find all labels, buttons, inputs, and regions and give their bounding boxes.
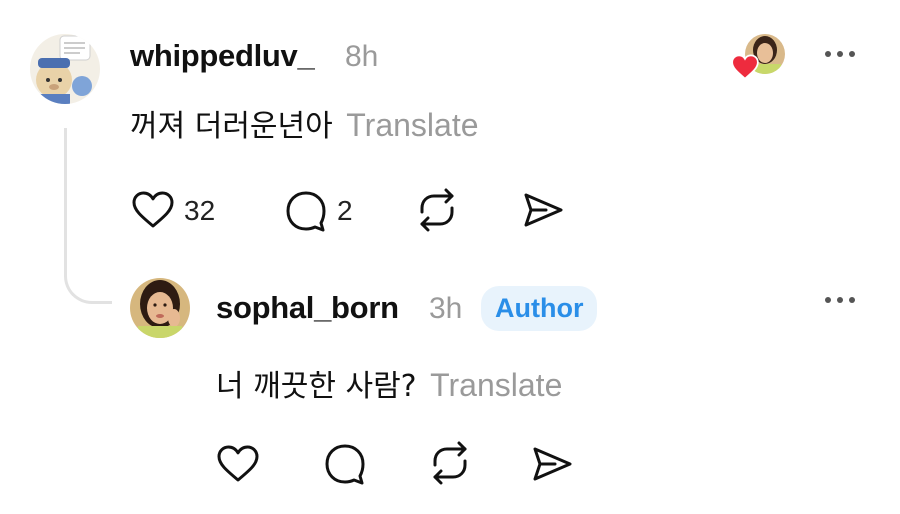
reply-text: 너 깨끗한 사람?	[216, 369, 417, 404]
reply-reply-button[interactable]	[322, 443, 366, 485]
reply-share-button[interactable]	[531, 446, 573, 482]
reply-text-row: 너 깨끗한 사람? Translate	[216, 361, 562, 405]
comment-translate-link[interactable]: Translate	[346, 107, 478, 143]
comment-like-button[interactable]	[131, 190, 175, 230]
commenter-avatar[interactable]	[30, 34, 100, 104]
comment-more-options[interactable]	[820, 44, 860, 64]
speech-bubble-icon	[286, 191, 326, 232]
reply-repost-button[interactable]	[427, 441, 473, 485]
speech-bubble-icon	[325, 444, 365, 485]
author-badge: Author	[481, 286, 598, 331]
more-horizontal-icon	[825, 51, 855, 57]
reply-translate-link[interactable]: Translate	[430, 367, 562, 403]
comment-repost-button[interactable]	[414, 188, 460, 232]
thread-connector-line	[64, 128, 112, 304]
repost-icon	[420, 188, 454, 232]
more-horizontal-icon	[825, 297, 855, 303]
comment-text: 꺼져 더러운년아	[130, 109, 333, 144]
heart-filled-icon	[731, 54, 759, 80]
author-liked-indicator	[731, 34, 787, 82]
comment-reply-button[interactable]	[283, 190, 327, 232]
reply-username[interactable]: sophal_born	[216, 290, 399, 326]
comment-text-row: 꺼져 더러운년아 Translate	[130, 101, 479, 145]
reply-author-avatar[interactable]	[130, 278, 190, 338]
reply-more-options[interactable]	[820, 290, 860, 310]
reply-timestamp: 3h	[429, 292, 463, 325]
send-icon	[533, 447, 572, 481]
reply-like-button[interactable]	[216, 444, 260, 484]
comment-timestamp: 8h	[345, 40, 379, 73]
comment-like-count: 32	[184, 195, 216, 226]
repost-icon	[433, 441, 467, 485]
commenter-username[interactable]: whippedluv_	[130, 38, 315, 74]
send-icon	[524, 193, 563, 227]
heart-outline-icon	[132, 191, 174, 228]
comment-share-button[interactable]	[522, 192, 564, 228]
heart-outline-icon	[217, 445, 259, 482]
comment-reply-count: 2	[337, 195, 353, 226]
